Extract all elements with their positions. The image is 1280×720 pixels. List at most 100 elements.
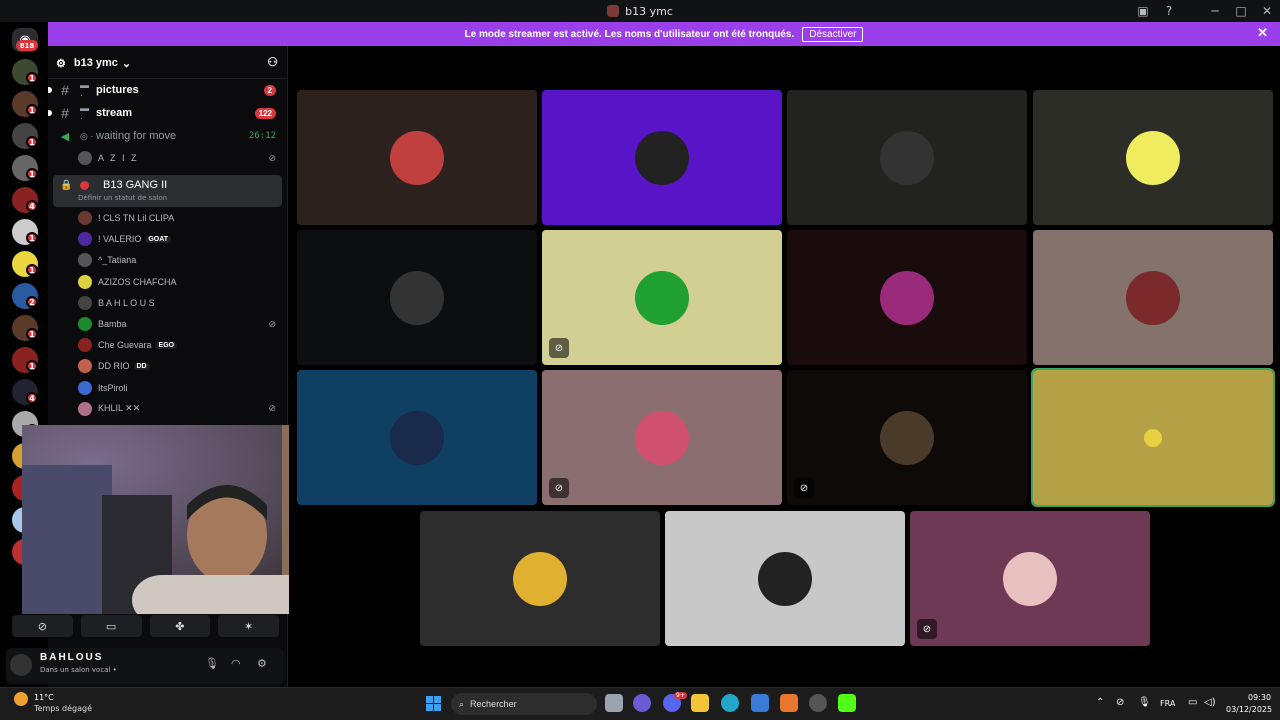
- screen-share-button[interactable]: ▭: [80, 615, 142, 637]
- weather-temp[interactable]: 11°C: [34, 693, 54, 702]
- window-title: b13 ymc: [625, 4, 673, 18]
- voice-member[interactable]: DD RIO DD: [78, 356, 282, 376]
- channel-name: pictures: [96, 84, 139, 96]
- member-tag: GOAT: [145, 235, 172, 243]
- copilot-icon[interactable]: [633, 694, 651, 712]
- participant-tile[interactable]: ⊘: [910, 511, 1150, 646]
- settings-gear-icon[interactable]: ⚙: [257, 657, 267, 670]
- channel-stream[interactable]: # ▬ · stream 122: [48, 103, 282, 123]
- participant-tile[interactable]: [665, 511, 905, 646]
- soundboard-button[interactable]: ✶: [218, 615, 279, 637]
- close-icon[interactable]: ✕: [1257, 25, 1268, 41]
- participant-tile[interactable]: [1033, 90, 1273, 225]
- channel-name: waiting for move: [96, 130, 177, 142]
- unread-count: 122: [254, 107, 276, 119]
- clock-time[interactable]: 09:30: [1248, 693, 1271, 702]
- voice-member[interactable]: ! CLS TN Lil CLIPA: [78, 208, 282, 228]
- voice-member[interactable]: Bamba ⊘: [78, 314, 282, 334]
- voice-timer: 26:12: [248, 131, 276, 141]
- participant-tile[interactable]: ⊘: [542, 370, 782, 505]
- network-off-icon[interactable]: ⊘: [1116, 697, 1124, 708]
- voice-channel-active[interactable]: [53, 175, 282, 207]
- microphone-icon[interactable]: 🎙: [205, 657, 219, 670]
- clock-date[interactable]: 03/12/2025: [1226, 705, 1272, 714]
- windows-start-icon[interactable]: [426, 696, 441, 711]
- avatar: [78, 151, 92, 165]
- participant-tile[interactable]: [297, 370, 537, 505]
- inbox-icon[interactable]: ▣: [1130, 0, 1156, 22]
- microphone-icon[interactable]: 🎙: [1138, 697, 1151, 708]
- weather-icon[interactable]: [14, 692, 28, 706]
- mic-muted-icon: ⊘: [268, 318, 276, 329]
- app-icon[interactable]: [780, 694, 798, 712]
- voice-channel-name: B13 GANG II: [103, 179, 168, 191]
- maximize-button[interactable]: □: [1228, 0, 1254, 22]
- participant-tile[interactable]: ⊘: [787, 370, 1027, 505]
- participant-tile[interactable]: [1031, 368, 1275, 507]
- minimize-button[interactable]: ─: [1202, 0, 1228, 22]
- activities-button[interactable]: ✤: [149, 615, 211, 637]
- task-view-icon[interactable]: [605, 694, 623, 712]
- banner-text: Le mode streamer est activé. Les noms d'…: [464, 28, 795, 40]
- server-badge: 1: [26, 104, 38, 116]
- voice-member[interactable]: ItsPiroli: [78, 378, 282, 398]
- help-icon[interactable]: ?: [1156, 0, 1182, 22]
- muted-icon: ⊘: [794, 478, 814, 498]
- member-name: KHLIL ✕✕: [98, 403, 141, 414]
- voice-member[interactable]: ! VALERIO GOAT: [78, 229, 282, 249]
- divider: [48, 78, 288, 79]
- user-status: Dans un salon vocal •: [40, 666, 117, 674]
- store-icon[interactable]: [751, 694, 769, 712]
- volume-icon[interactable]: ◁): [1204, 697, 1216, 708]
- voice-member[interactable]: B A H L O U S: [78, 293, 282, 313]
- chevron-up-icon[interactable]: ⌃: [1096, 697, 1104, 708]
- obs-icon[interactable]: [809, 694, 827, 712]
- disable-streamer-button[interactable]: Désactiver: [802, 26, 864, 42]
- participant-tile[interactable]: [787, 90, 1027, 225]
- voice-member[interactable]: AZIZOS CHAFCHA: [78, 272, 282, 292]
- headphones-icon[interactable]: ◠: [231, 657, 241, 670]
- participant-avatar: [758, 551, 812, 606]
- display-icon[interactable]: ▭: [1188, 697, 1197, 708]
- kick-icon[interactable]: [838, 694, 856, 712]
- avatar: [78, 274, 92, 289]
- camera-off-button[interactable]: ⊘: [12, 615, 73, 637]
- participant-tile[interactable]: [542, 90, 782, 225]
- participant-tile[interactable]: [1033, 230, 1273, 365]
- mic-muted-icon: ⊘: [268, 403, 276, 414]
- channel-waiting-for-move[interactable]: ◀ ◎ · waiting for move 26:12: [56, 126, 282, 146]
- file-explorer-icon[interactable]: [691, 694, 709, 712]
- avatar: [78, 317, 92, 331]
- avatar: [78, 401, 92, 416]
- search-placeholder: Rechercher: [470, 699, 517, 709]
- server-header[interactable]: ⚙ b13 ymc ⌄ ⚇: [56, 52, 286, 74]
- user-avatar[interactable]: [10, 654, 32, 676]
- channel-pictures[interactable]: # ▬ · pictures 2: [48, 80, 282, 100]
- close-button[interactable]: ✕: [1254, 0, 1280, 22]
- member-name: B A H L O U S: [98, 297, 155, 308]
- participant-tile[interactable]: [297, 90, 537, 225]
- add-member-icon[interactable]: ⚇: [267, 55, 278, 69]
- taskbar-search[interactable]: ⌕ Rechercher: [451, 693, 597, 715]
- participant-tile[interactable]: [297, 230, 537, 365]
- unread-count: 2: [263, 84, 276, 96]
- server-badge: 2: [26, 296, 38, 308]
- channel-emoji-icon: [80, 181, 89, 190]
- participant-tile[interactable]: [420, 511, 660, 646]
- participant-tile[interactable]: [787, 230, 1027, 365]
- voice-channel-status[interactable]: Définir un statut de salon: [78, 194, 167, 202]
- avatar: [78, 338, 92, 353]
- edge-icon[interactable]: [721, 694, 739, 712]
- participant-tile[interactable]: ⊘: [542, 230, 782, 365]
- weather-desc[interactable]: Temps dégagé: [34, 704, 92, 713]
- input-language[interactable]: FRA: [1160, 699, 1175, 708]
- voice-member[interactable]: KHLIL ✕✕ ⊘: [78, 399, 282, 419]
- window-controls: ▣ ? ─ □ ✕: [1130, 0, 1280, 22]
- voice-member[interactable]: A Z I Z ⊘: [78, 148, 282, 168]
- participant-avatar: [880, 410, 934, 465]
- voice-member[interactable]: Che Guevara EGO: [78, 335, 282, 355]
- voice-member[interactable]: ^_Tatiana: [78, 250, 282, 270]
- participant-avatar: [880, 130, 934, 185]
- channel-name: stream: [96, 107, 133, 119]
- user-name[interactable]: BAHLOUS: [40, 652, 103, 663]
